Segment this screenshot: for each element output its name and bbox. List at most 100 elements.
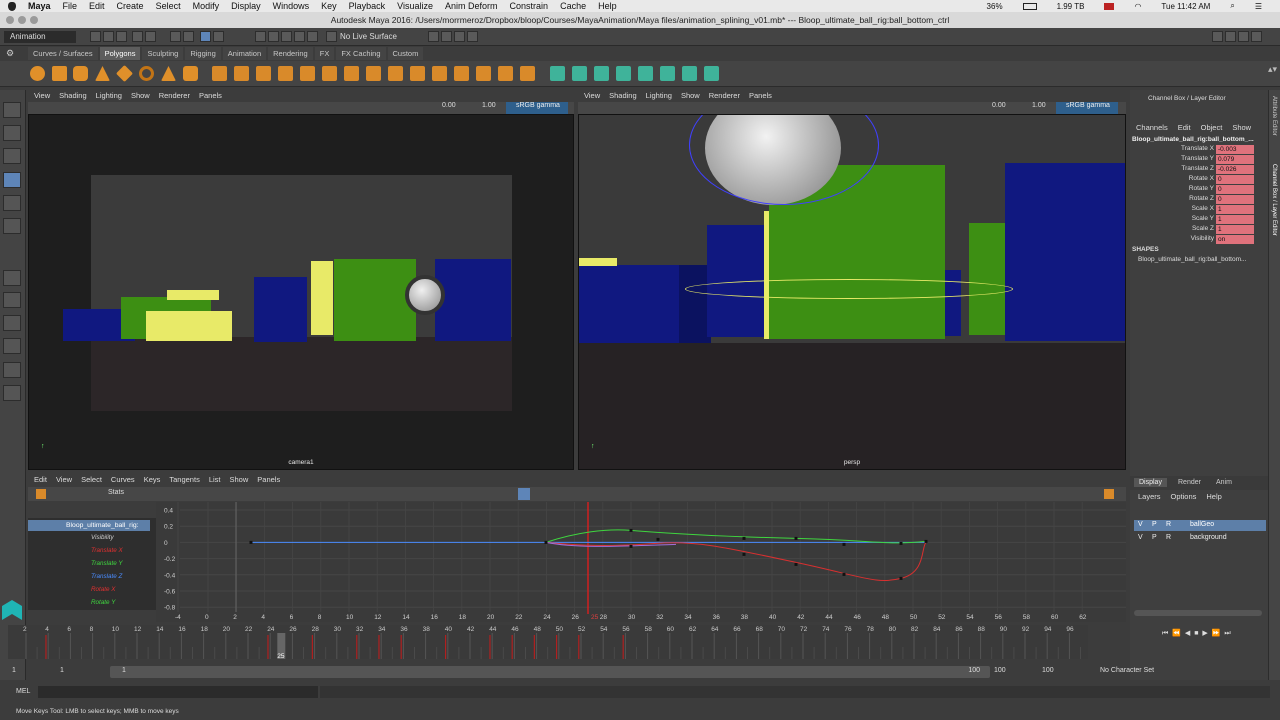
menu-app[interactable]: Maya	[28, 1, 51, 11]
select-mask-icon[interactable]	[213, 31, 224, 42]
tab-anim[interactable]: Anim	[1216, 479, 1232, 486]
attr-value[interactable]: on	[1216, 235, 1254, 244]
menu-set-dropdown[interactable]: Animation	[4, 31, 76, 43]
vp1-menu-shading[interactable]: Shading	[59, 91, 87, 102]
tab-animation[interactable]: Animation	[222, 47, 267, 60]
layer-row[interactable]: V P R ballGeo	[1134, 520, 1266, 531]
ge-menu-list[interactable]: List	[209, 475, 221, 485]
vp1-gamma[interactable]: 1.00	[482, 102, 496, 109]
merge-icon[interactable]	[520, 66, 535, 81]
attr-rotate-y[interactable]: Rotate Y0	[1170, 185, 1254, 194]
attr-translate-y[interactable]: Translate Y 0.079	[1170, 155, 1254, 164]
wifi-icon[interactable]: ◠	[1134, 2, 1141, 11]
curve-item-rotate-y[interactable]: Rotate Y	[28, 597, 154, 610]
boolean-icon[interactable]	[300, 66, 315, 81]
channel-box-object-name[interactable]: Bloop_ultimate_ball_rig:ball_bottom_...	[1132, 136, 1254, 143]
layer-visible-toggle[interactable]: V	[1138, 534, 1143, 541]
scale-tool-icon[interactable]	[3, 218, 21, 234]
insert-edge-loop-icon[interactable]	[454, 66, 469, 81]
attr-scale-y[interactable]: Scale Y1	[1170, 215, 1254, 224]
vp2-menu-shading[interactable]: Shading	[609, 91, 637, 102]
layer-name[interactable]: background	[1190, 534, 1227, 541]
attr-value[interactable]: 0.079	[1216, 155, 1254, 164]
clock[interactable]: Tue 11:42 AM	[1161, 2, 1210, 11]
checker-icon[interactable]	[660, 66, 675, 81]
tab-curves-surfaces[interactable]: Curves / Surfaces	[28, 47, 98, 60]
layer-reference-toggle[interactable]: R	[1166, 521, 1171, 528]
target-weld-icon[interactable]	[498, 66, 513, 81]
graph-area[interactable]: 0.4 0.2 0 -0.2 -0.4 -0.6 -0.8 -4 0 2 4 6 8 10 12 14 16 18…	[156, 502, 1126, 622]
uv-editor-icon[interactable]	[638, 66, 653, 81]
ge-menu-panels[interactable]: Panels	[257, 475, 280, 485]
list-icon[interactable]: ☰	[1255, 2, 1262, 11]
menu-help[interactable]: Help	[598, 1, 617, 11]
separate-icon[interactable]	[234, 66, 249, 81]
curve-item-translate-z[interactable]: Translate Z	[28, 571, 154, 584]
poly-cylinder-icon[interactable]	[73, 66, 88, 81]
menu-modify[interactable]: Modify	[193, 1, 220, 11]
apple-icon[interactable]	[8, 1, 16, 11]
vp2-menu-renderer[interactable]: Renderer	[709, 91, 740, 102]
outliner-layout-icon[interactable]	[3, 385, 21, 401]
new-scene-icon[interactable]	[90, 31, 101, 42]
menu-select[interactable]: Select	[156, 1, 181, 11]
search-icon[interactable]: ⌕	[1230, 1, 1234, 11]
flag-icon[interactable]	[1104, 2, 1115, 10]
open-scene-icon[interactable]	[103, 31, 114, 42]
auto-tangent-icon[interactable]	[518, 488, 530, 500]
lasso-tool-icon[interactable]	[3, 125, 21, 141]
snap-curve-icon[interactable]	[268, 31, 279, 42]
paint-select-icon[interactable]	[3, 148, 21, 164]
curve-item-translate-y[interactable]: Translate Y	[28, 558, 154, 571]
snap-surface-icon[interactable]	[307, 31, 318, 42]
playback-start-field[interactable]: 1	[60, 667, 64, 674]
extract-icon[interactable]	[256, 66, 271, 81]
attr-rotate-x[interactable]: Rotate X0	[1170, 175, 1254, 184]
rotate-tool-icon[interactable]	[3, 195, 21, 211]
shelf-scroll-icon[interactable]: ▴▾	[1268, 64, 1277, 84]
snap-grid-icon[interactable]	[255, 31, 266, 42]
poly-torus-icon[interactable]	[139, 66, 154, 81]
menu-display[interactable]: Display	[231, 1, 261, 11]
vp2-gamma[interactable]: 1.00	[1032, 102, 1046, 109]
ipr-render-icon[interactable]	[454, 31, 465, 42]
side-by-side-layout-icon[interactable]	[3, 315, 21, 331]
attr-value[interactable]: -0.026	[1216, 165, 1254, 174]
outliner-node[interactable]: Bloop_ultimate_ball_rig:	[28, 520, 150, 531]
menu-constrain[interactable]: Constrain	[510, 1, 549, 11]
range-slider-bar[interactable]: 1 100	[110, 666, 990, 678]
smooth-icon[interactable]	[278, 66, 293, 81]
attr-visibility[interactable]: Visibility on	[1170, 235, 1254, 244]
tab-channel-box[interactable]: Channel Box / Layer Editor	[1271, 164, 1277, 236]
planar-map-icon[interactable]	[550, 66, 565, 81]
curve-item-translate-x[interactable]: Translate X	[28, 545, 154, 558]
magnet-icon[interactable]	[326, 31, 337, 42]
select-component-icon[interactable]	[200, 31, 211, 42]
live-surface-label[interactable]: No Live Surface	[340, 31, 420, 43]
tab-render[interactable]: Render	[1178, 479, 1201, 486]
playback-end-field[interactable]: 100	[994, 667, 1006, 674]
ge-menu-tangents[interactable]: Tangents	[169, 475, 199, 485]
shelf-settings-icon[interactable]: ⚙	[6, 48, 20, 60]
shape-node-name[interactable]: Bloop_ultimate_ball_rig:ball_bottom...	[1138, 256, 1246, 263]
anim-start-field[interactable]: 1	[12, 667, 16, 674]
attr-value[interactable]: 1	[1216, 205, 1254, 214]
vp1-exposure[interactable]: 0.00	[442, 102, 456, 109]
vp1-colorspace[interactable]: sRGB gamma	[506, 102, 568, 114]
attr-value[interactable]: 0	[1216, 175, 1254, 184]
tab-rendering[interactable]: Rendering	[268, 47, 313, 60]
persp-outliner-layout-icon[interactable]	[3, 362, 21, 378]
close-window-button[interactable]	[6, 16, 14, 24]
cb-menu-edit[interactable]: Edit	[1178, 123, 1191, 132]
left-viewport[interactable]: ↑ camera1	[28, 114, 574, 470]
attr-scale-x[interactable]: Scale X1	[1170, 205, 1254, 214]
vp1-menu-panels[interactable]: Panels	[199, 91, 222, 102]
uv-unfold-icon[interactable]	[704, 66, 719, 81]
tab-custom[interactable]: Custom	[387, 47, 424, 60]
attr-value[interactable]: 0	[1216, 185, 1254, 194]
tab-fx-caching[interactable]: FX Caching	[336, 47, 386, 60]
auto-map-icon[interactable]	[616, 66, 631, 81]
four-view-layout-icon[interactable]	[3, 292, 21, 308]
cb-menu-channels[interactable]: Channels	[1136, 123, 1168, 132]
multi-cut-icon[interactable]	[476, 66, 491, 81]
